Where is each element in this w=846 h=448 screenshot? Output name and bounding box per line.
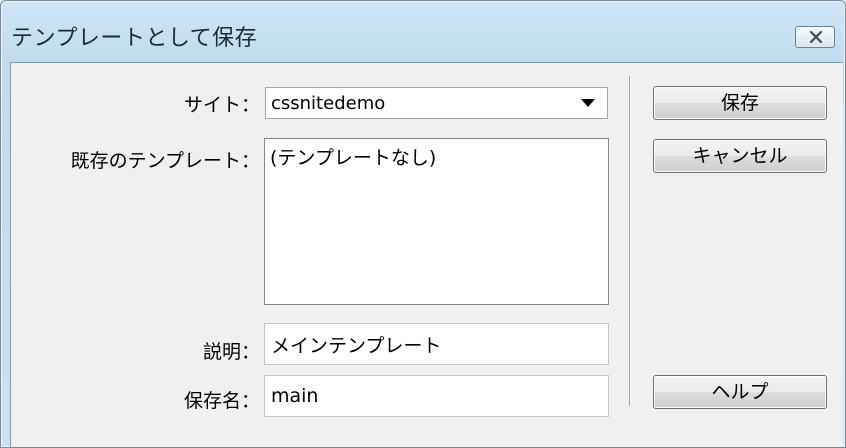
close-icon	[809, 31, 823, 43]
dialog-title: テンプレートとして保存	[11, 26, 258, 51]
save-name-label: 保存名：	[183, 390, 260, 412]
existing-templates-list[interactable]: (テンプレートなし)	[264, 138, 609, 305]
cancel-button[interactable]: キャンセル	[653, 139, 827, 173]
close-button[interactable]	[795, 26, 835, 48]
existing-templates-label: 既存のテンプレート：	[70, 150, 260, 172]
description-field[interactable]	[264, 323, 609, 365]
divider	[629, 76, 631, 406]
description-label: 説明：	[202, 341, 260, 363]
site-select-value: cssnitedemo	[271, 93, 386, 114]
chevron-down-icon	[581, 99, 595, 107]
site-select[interactable]: cssnitedemo	[265, 87, 608, 119]
title-bar: テンプレートとして保存	[1, 1, 845, 59]
site-label: サイト：	[183, 94, 260, 116]
help-button[interactable]: ヘルプ	[653, 375, 827, 409]
save-name-field[interactable]	[264, 375, 609, 417]
list-item[interactable]: (テンプレートなし)	[270, 143, 436, 170]
save-button[interactable]: 保存	[653, 86, 827, 120]
